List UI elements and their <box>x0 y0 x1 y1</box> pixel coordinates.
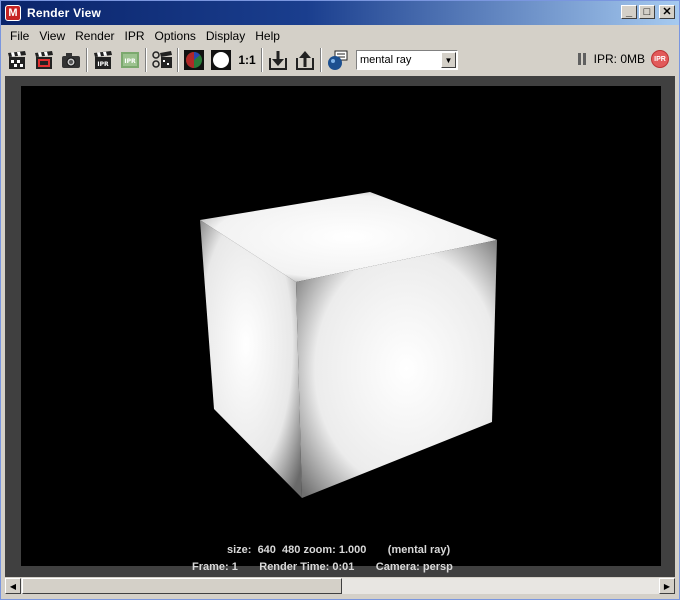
snapshot-camera-icon <box>62 53 80 68</box>
render-settings-button[interactable] <box>150 48 174 72</box>
scroll-right-icon[interactable]: ▶ <box>659 578 675 594</box>
clapper-region-icon <box>35 51 53 69</box>
rgb-channel-button[interactable] <box>182 48 206 72</box>
pause-icon[interactable] <box>577 53 588 65</box>
real-size-button[interactable]: 1:1 <box>236 53 258 67</box>
redo-render-button[interactable] <box>5 48 29 72</box>
maximize-button[interactable]: □ <box>639 5 655 19</box>
window-title: Render View <box>27 6 102 20</box>
renderer-value: mental ray <box>360 54 412 66</box>
keep-image-button[interactable] <box>266 48 290 72</box>
ipr-stop-button[interactable]: IPR <box>651 50 669 68</box>
render-image[interactable]: size: 640 480 zoom: 1.000 (mental ray) <box>21 86 661 566</box>
minimize-button[interactable]: _ <box>621 5 637 19</box>
rgb-channel-icon <box>184 50 204 70</box>
toolbar-separator <box>320 48 322 72</box>
render-settings-icon <box>152 51 172 68</box>
cube-right-face <box>296 240 497 498</box>
rendered-cube <box>200 192 497 498</box>
image-info-size: size: 640 480 zoom: 1.000 (mental ray) <box>227 544 451 556</box>
toolbar-separator <box>145 48 147 72</box>
scroll-thumb[interactable] <box>22 578 342 594</box>
ipr-region-icon: IPR <box>121 52 139 68</box>
ipr-clapper-icon: IPR <box>94 51 112 69</box>
toolbar-separator <box>261 48 263 72</box>
ipr-memory-label: IPR: 0MB <box>593 52 645 66</box>
render-view-window: M Render View _ □ ✕ File View Render IPR… <box>0 0 680 600</box>
alpha-channel-button[interactable] <box>209 48 233 72</box>
svg-text:IPR: IPR <box>124 58 136 65</box>
svg-text:IPR: IPR <box>97 61 109 68</box>
snapshot-button[interactable] <box>59 48 83 72</box>
dropdown-arrow-icon[interactable]: ▼ <box>441 52 456 68</box>
render-globals-button[interactable] <box>325 48 349 72</box>
renderer-dropdown[interactable]: mental ray ▼ <box>356 50 458 70</box>
toolbar: IPR IPR 1:1 mental ray ▼ IPR: 0MB IPR <box>5 46 675 74</box>
image-info-frame: Frame: 1 Render Time: 0:01 Camera: persp <box>192 561 453 573</box>
alpha-channel-icon <box>211 50 231 70</box>
menu-render[interactable]: Render <box>70 29 119 43</box>
menu-options[interactable]: Options <box>150 29 201 43</box>
horizontal-scrollbar[interactable]: ◀ ▶ <box>5 578 675 594</box>
render-viewport-frame: size: 640 480 zoom: 1.000 (mental ray) F… <box>5 76 675 577</box>
keep-image-icon <box>269 51 287 70</box>
menu-help[interactable]: Help <box>250 29 285 43</box>
menu-ipr[interactable]: IPR <box>120 29 150 43</box>
ipr-render-button[interactable]: IPR <box>91 48 115 72</box>
title-bar[interactable]: M Render View _ □ ✕ <box>1 1 679 25</box>
toolbar-separator <box>86 48 88 72</box>
menu-view[interactable]: View <box>34 29 70 43</box>
render-globals-icon <box>328 50 348 70</box>
ipr-region-button[interactable]: IPR <box>118 48 142 72</box>
menu-file[interactable]: File <box>5 29 34 43</box>
toolbar-separator <box>177 48 179 72</box>
menu-bar: File View Render IPR Options Display Hel… <box>5 27 285 45</box>
remove-image-icon <box>296 51 314 70</box>
maya-app-icon: M <box>5 5 21 21</box>
clapper-redo-icon <box>8 51 26 69</box>
render-region-button[interactable] <box>32 48 56 72</box>
remove-image-button[interactable] <box>293 48 317 72</box>
menu-display[interactable]: Display <box>201 29 250 43</box>
close-button[interactable]: ✕ <box>659 5 675 19</box>
scroll-left-icon[interactable]: ◀ <box>5 578 21 594</box>
